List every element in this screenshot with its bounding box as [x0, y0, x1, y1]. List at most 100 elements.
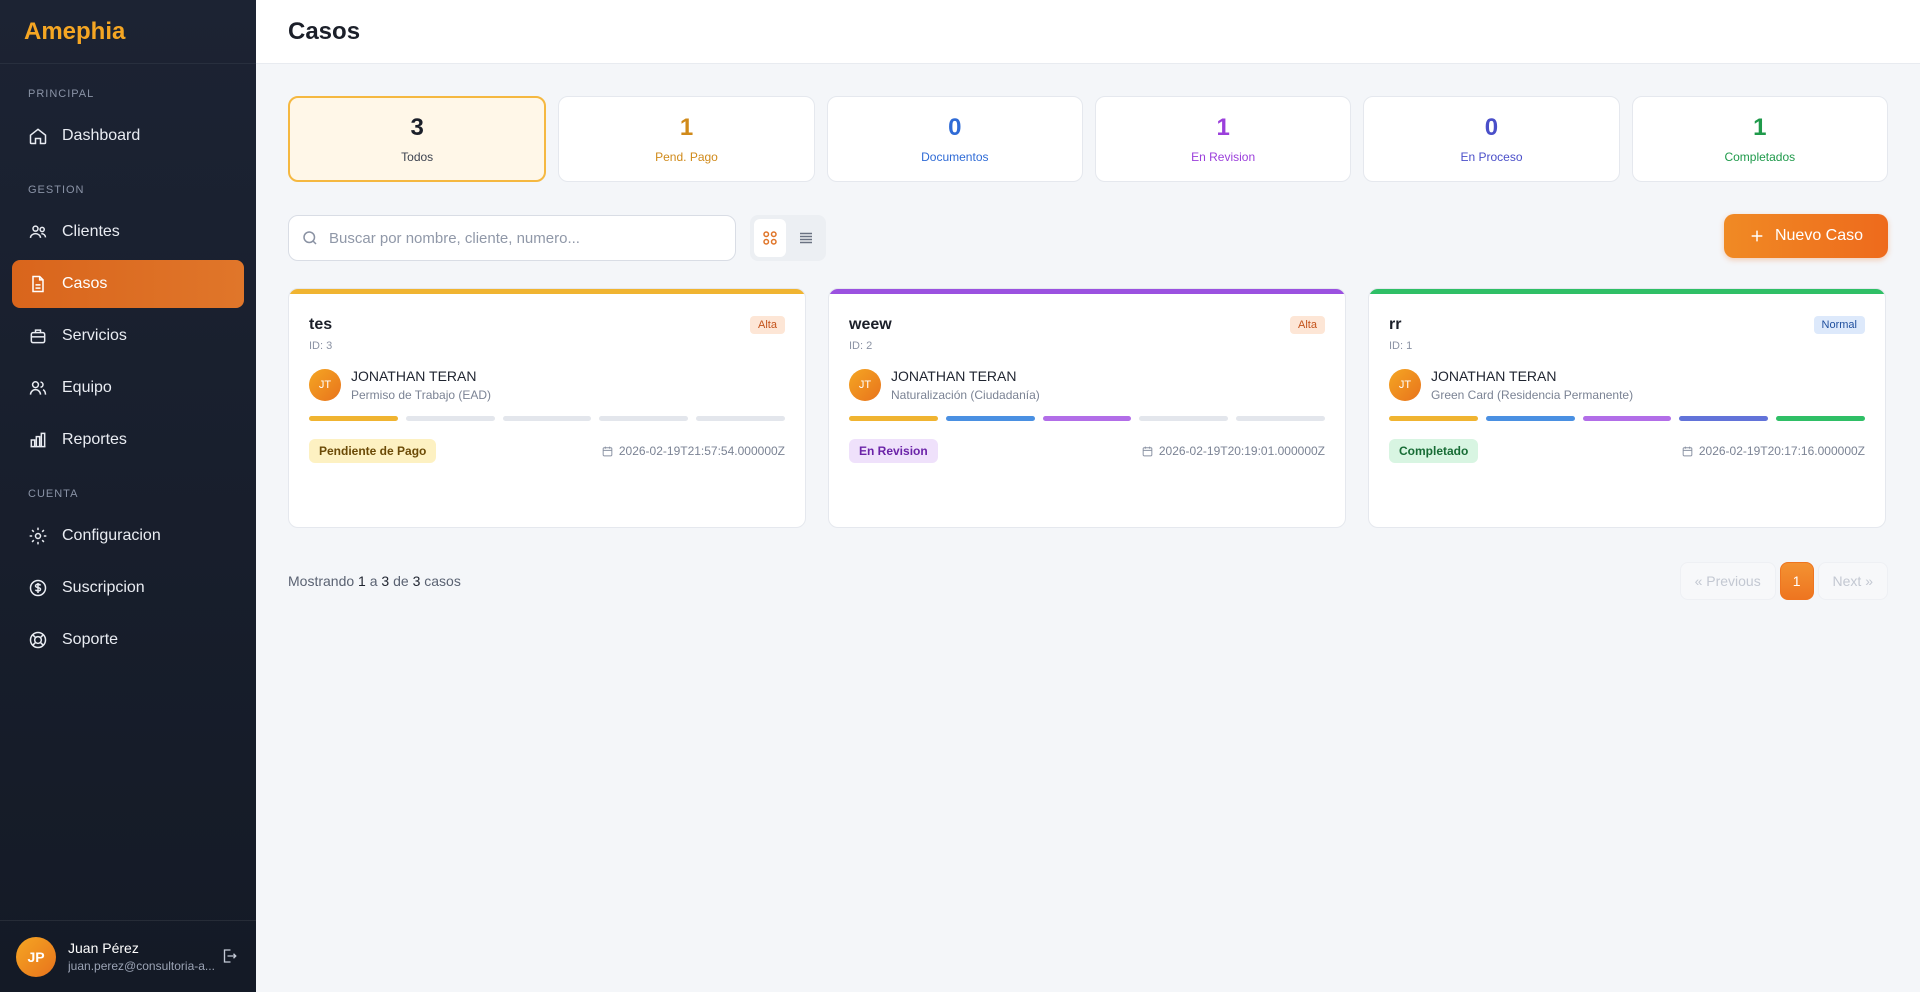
progress-step — [849, 416, 938, 421]
home-icon — [29, 128, 47, 145]
range-from: 1 — [358, 573, 366, 589]
date-text: 2026-02-19T20:19:01.000000Z — [1158, 444, 1325, 458]
status-filters: 3 Todos 1 Pend. Pago 0 Documentos 1 En R… — [288, 96, 1888, 182]
showing-suffix: casos — [424, 573, 461, 589]
filter-completados[interactable]: 1 Completados — [1631, 96, 1888, 182]
new-case-label: Nuevo Caso — [1774, 227, 1864, 244]
calendar-icon — [602, 446, 613, 456]
case-card[interactable]: rr Normal ID: 1 JT JONATHAN TERAN Green … — [1368, 288, 1886, 528]
case-id: ID: 1 — [1389, 340, 1413, 352]
grid-icon — [763, 231, 777, 245]
team-icon — [29, 381, 47, 395]
list-view-button[interactable] — [790, 219, 822, 257]
progress-step — [1139, 416, 1229, 421]
progress-step — [1679, 416, 1769, 421]
next-page-button[interactable]: Next » — [1817, 562, 1888, 600]
progress-step — [502, 416, 592, 421]
priority-badge: Alta — [750, 316, 785, 334]
case-title: tes — [309, 316, 333, 333]
avatar: JT — [1389, 369, 1421, 401]
client-name: JONATHAN TERAN — [1431, 368, 1557, 384]
progress-step — [1389, 416, 1478, 421]
progress-steps — [309, 416, 785, 421]
users-icon — [29, 225, 47, 238]
client-name: JONATHAN TERAN — [891, 368, 1017, 384]
case-card[interactable]: weew Alta ID: 2 JT JONATHAN TERAN Natura… — [828, 288, 1346, 528]
page-button-current[interactable]: 1 — [1779, 562, 1814, 600]
progress-step — [1776, 416, 1865, 421]
results-footer: Mostrando 1 a 3 de 3 casos « Previous 1 … — [288, 562, 1888, 600]
sidebar-item-reportes[interactable]: Reportes — [12, 416, 244, 464]
case-title: weew — [849, 316, 892, 333]
status-badge: Completado — [1389, 439, 1479, 463]
avatar: JT — [309, 369, 341, 401]
sidebar-item-configuracion[interactable]: Configuracion — [12, 512, 244, 560]
logout-button[interactable] — [220, 947, 240, 967]
case-id: ID: 3 — [309, 340, 333, 352]
page-title: Casos — [288, 18, 361, 45]
new-case-button[interactable]: Nuevo Caso — [1724, 214, 1888, 258]
service-name: Permiso de Trabajo (EAD) — [351, 388, 492, 402]
previous-page-button[interactable]: « Previous — [1679, 562, 1776, 600]
sidebar-item-suscripcion[interactable]: Suscripcion — [12, 564, 244, 612]
grid-view-button[interactable] — [754, 219, 786, 257]
sidebar-item-label: Configuracion — [62, 527, 161, 544]
stat-label: Pend. Pago — [655, 150, 718, 164]
progress-step — [1485, 416, 1575, 421]
progress-step — [1042, 416, 1132, 421]
sidebar: Amephia PRINCIPAL Dashboard GESTION Clie… — [0, 0, 256, 992]
sidebar-item-label: Casos — [62, 275, 108, 292]
stat-count: 3 — [410, 114, 424, 141]
sidebar-item-soporte[interactable]: Soporte — [12, 616, 244, 664]
sidebar-item-label: Dashboard — [62, 127, 141, 144]
range-total: 3 — [412, 573, 421, 589]
brand-logo[interactable]: Amephia — [0, 0, 256, 64]
filter-documentos[interactable]: 0 Documentos — [826, 96, 1083, 182]
case-card[interactable]: tes Alta ID: 3 JT JONATHAN TERAN Permiso… — [288, 288, 806, 528]
showing-prefix: Mostrando — [288, 573, 355, 589]
main-content: 3 Todos 1 Pend. Pago 0 Documentos 1 En R… — [288, 96, 1888, 600]
status-badge: En Revision — [849, 439, 938, 463]
progress-step — [309, 416, 398, 421]
stat-label: En Revision — [1191, 150, 1256, 164]
sidebar-item-equipo[interactable]: Equipo — [12, 364, 244, 412]
date-text: 2026-02-19T20:17:16.000000Z — [1698, 444, 1865, 458]
service-name: Green Card (Residencia Permanente) — [1431, 388, 1634, 402]
case-date: 2026-02-19T20:17:16.000000Z — [1681, 444, 1865, 458]
calendar-icon — [1682, 446, 1693, 456]
user-profile: JP Juan Pérez juan.perez@consultoria-a..… — [0, 920, 256, 992]
case-title: rr — [1389, 316, 1402, 333]
sidebar-item-clientes[interactable]: Clientes — [12, 208, 244, 256]
avatar: JT — [849, 369, 881, 401]
progress-step — [405, 416, 495, 421]
case-date: 2026-02-19T21:57:54.000000Z — [601, 444, 785, 458]
filter-pend-pago[interactable]: 1 Pend. Pago — [558, 96, 815, 182]
sidebar-item-label: Clientes — [62, 223, 120, 240]
stat-count: 1 — [679, 114, 694, 141]
case-cards: tes Alta ID: 3 JT JONATHAN TERAN Permiso… — [288, 288, 1888, 528]
filter-todos[interactable]: 3 Todos — [288, 96, 547, 182]
search-input[interactable] — [329, 229, 709, 247]
filter-en-proceso[interactable]: 0 En Proceso — [1363, 96, 1620, 182]
status-badge: Pendiente de Pago — [309, 439, 437, 463]
filter-en-revision[interactable]: 1 En Revision — [1094, 96, 1352, 182]
avatar[interactable]: JP — [16, 936, 56, 977]
stat-label: Completados — [1724, 150, 1796, 164]
sidebar-item-servicios[interactable]: Servicios — [12, 312, 244, 360]
document-icon — [32, 275, 44, 293]
plus-icon — [1751, 230, 1763, 242]
gear-icon — [29, 527, 47, 545]
results-summary: Mostrando 1 a 3 de 3 casos — [288, 573, 461, 589]
sidebar-item-label: Suscripcion — [62, 579, 145, 596]
page-header: Casos — [256, 0, 1920, 64]
stat-count: 1 — [1753, 114, 1767, 141]
progress-step — [1582, 416, 1672, 421]
sidebar-item-casos[interactable]: Casos — [12, 260, 244, 308]
list-icon — [800, 232, 812, 244]
sidebar-item-dashboard[interactable]: Dashboard — [12, 112, 244, 160]
case-id: ID: 2 — [849, 340, 873, 352]
priority-badge: Normal — [1813, 316, 1865, 334]
stat-label: Todos — [401, 150, 434, 164]
search-icon — [303, 231, 317, 245]
view-toggle — [750, 215, 826, 261]
